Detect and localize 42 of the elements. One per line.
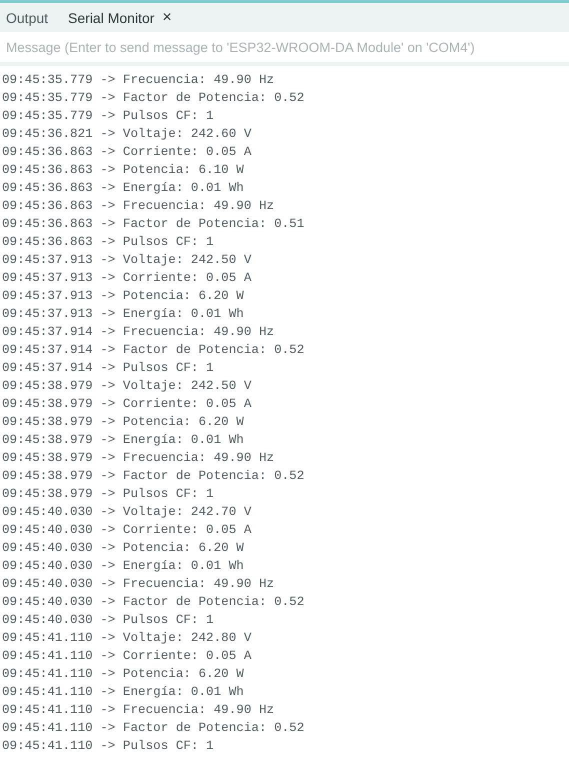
log-line: 09:45:37.913 -> Voltaje: 242.50 V xyxy=(2,252,252,269)
tab[interactable]: Serial Monitor xyxy=(68,10,154,26)
log-line: 09:45:41.110 -> Factor de Potencia: 0.52 xyxy=(2,720,306,737)
log-line: 09:45:41.110 -> Corriente: 0.05 A xyxy=(2,648,252,665)
log-line: 09:45:37.913 -> Potencia: 6.20 W xyxy=(2,288,245,305)
log-line: 09:45:41.110 -> Voltaje: 242.80 V xyxy=(2,630,252,647)
log-line: 09:45:37.914 -> Pulsos CF: 1 xyxy=(2,360,215,377)
log-line: 09:45:40.030 -> Corriente: 0.05 A xyxy=(2,522,252,539)
log-line: 09:45:36.863 -> Frecuencia: 49.90 Hz xyxy=(2,198,276,215)
close-icon[interactable]: × xyxy=(162,10,172,26)
log-line: 09:45:37.913 -> Energía: 0.01 Wh xyxy=(2,306,245,323)
log-line: 09:45:36.821 -> Voltaje: 242.60 V xyxy=(2,126,252,143)
log-line: 09:45:35.779 -> Pulsos CF: 1 xyxy=(2,108,215,125)
log-line: 09:45:41.110 -> Potencia: 6.20 W xyxy=(2,666,245,683)
log-line: 09:45:36.863 -> Factor de Potencia: 0.51 xyxy=(2,216,306,233)
log-line: 09:45:37.914 -> Frecuencia: 49.90 Hz xyxy=(2,324,276,341)
log-line: 09:45:38.979 -> Voltaje: 242.50 V xyxy=(2,378,252,395)
message-field[interactable]: Message (Enter to send message to 'ESP32-WROOM-DA Module' on 'COM4') xyxy=(0,32,569,62)
log-line: 09:45:40.030 -> Potencia: 6.20 W xyxy=(2,540,245,557)
log-line: 09:45:38.979 -> Factor de Potencia: 0.52 xyxy=(2,468,306,485)
log-line: 09:45:40.030 -> Pulsos CF: 1 xyxy=(2,612,215,629)
log-line: 09:45:38.979 -> Pulsos CF: 1 xyxy=(2,486,215,503)
log-line: 09:45:37.914 -> Factor de Potencia: 0.52 xyxy=(2,342,306,359)
log-line: 09:45:35.779 -> Factor de Potencia: 0.52 xyxy=(2,90,306,107)
log-line: 09:45:37.913 -> Corriente: 0.05 A xyxy=(2,270,252,287)
tab[interactable]: Output xyxy=(6,10,48,26)
log-line: 09:45:36.863 -> Potencia: 6.10 W xyxy=(2,162,245,179)
log-line: 09:45:41.110 -> Energía: 0.01 Wh xyxy=(2,684,245,701)
log-line: 09:45:41.110 -> Frecuencia: 49.90 Hz xyxy=(2,702,276,719)
log-line: 09:45:41.110 -> Pulsos CF: 1 xyxy=(2,738,215,755)
log-line: 09:45:36.863 -> Corriente: 0.05 A xyxy=(2,144,252,161)
log-line: 09:45:40.030 -> Frecuencia: 49.90 Hz xyxy=(2,576,276,593)
log-line: 09:45:36.863 -> Pulsos CF: 1 xyxy=(2,234,215,251)
log-line: 09:45:38.979 -> Corriente: 0.05 A xyxy=(2,396,252,413)
log-line: 09:45:38.979 -> Frecuencia: 49.90 Hz xyxy=(2,450,276,467)
log-line: 09:45:36.863 -> Energía: 0.01 Wh xyxy=(2,180,245,197)
log-line: 09:45:40.030 -> Factor de Potencia: 0.52 xyxy=(2,594,306,611)
log-line: 09:45:40.030 -> Voltaje: 242.70 V xyxy=(2,504,252,521)
log-line: 09:45:40.030 -> Energía: 0.01 Wh xyxy=(2,558,245,575)
log-line: 09:45:35.779 -> Frecuencia: 49.90 Hz xyxy=(2,72,276,89)
log-line: 09:45:38.979 -> Energía: 0.01 Wh xyxy=(2,432,245,449)
log-line: 09:45:38.979 -> Potencia: 6.20 W xyxy=(2,414,245,431)
